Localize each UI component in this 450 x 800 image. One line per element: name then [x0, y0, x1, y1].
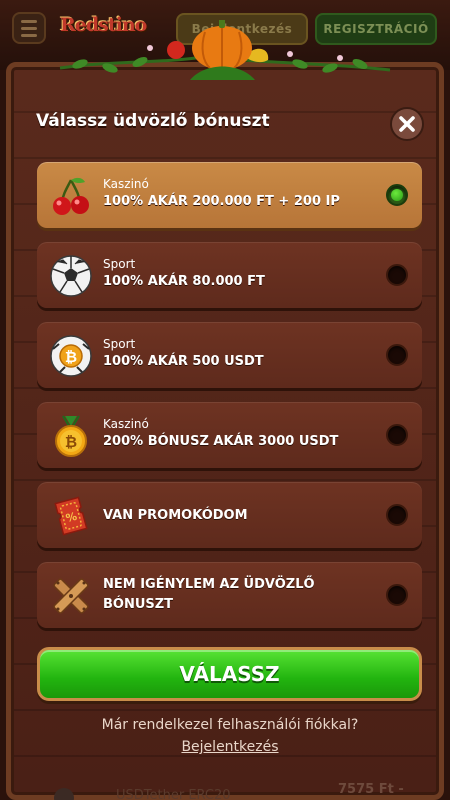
svg-text:₿: ₿	[65, 348, 77, 366]
menu-icon[interactable]	[12, 12, 46, 44]
soccer-ball-icon	[50, 255, 92, 297]
radio[interactable]	[386, 584, 408, 606]
bonus-option-casino-3000-usdt[interactable]: ₿ Kaszinó 200% BÓNUSZ AKÁR 3000 USDT	[37, 402, 422, 468]
bonus-option-promo-code[interactable]: % VAN PROMOKÓDOM	[37, 482, 422, 548]
choose-button[interactable]: VÁLASSZ	[37, 647, 422, 701]
option-title: 100% AKÁR 200.000 FT + 200 IP	[103, 194, 340, 209]
option-text: NEM IGÉNYLEM AZ ÜDVÖZLŐ BÓNUSZT	[103, 575, 372, 615]
option-category: Sport	[103, 257, 136, 271]
modal-title: Válassz üdvözlő bónuszt	[36, 111, 270, 131]
radio-selected[interactable]	[386, 184, 408, 206]
option-title: 200% BÓNUSZ AKÁR 3000 USDT	[103, 434, 339, 449]
bonus-option-sport-80000[interactable]: Sport 100% AKÁR 80.000 FT	[37, 242, 422, 308]
account-question: Már rendelkezel felhasználói fiókkal?	[101, 717, 359, 733]
option-title: VAN PROMOKÓDOM	[103, 508, 248, 523]
header-login-button[interactable]: Bejelentkezés	[176, 13, 308, 45]
top-header: Redstino Bejelentkezés REGISZTRÁCIÓ	[0, 0, 450, 70]
promo-ticket-icon: %	[54, 496, 88, 536]
bonus-option-no-bonus[interactable]: NEM IGÉNYLEM AZ ÜDVÖZLŐ BÓNUSZT	[37, 562, 422, 628]
option-text: Sport 100% AKÁR 500 USDT	[103, 336, 372, 372]
radio[interactable]	[386, 504, 408, 526]
option-title-line1: NEM IGÉNYLEM AZ ÜDVÖZLŐ	[103, 577, 315, 592]
option-category: Kaszinó	[103, 177, 149, 191]
bonus-option-sport-500-usdt[interactable]: ₿ Sport 100% AKÁR 500 USDT	[37, 322, 422, 388]
cherries-icon	[53, 177, 89, 215]
crossed-planks-icon	[53, 578, 89, 614]
bonus-modal: Válassz üdvözlő bónuszt Kaszinó 100% AKÁ…	[6, 62, 444, 800]
option-text: Kaszinó 200% BÓNUSZ AKÁR 3000 USDT	[103, 416, 372, 452]
option-text: Kaszinó 100% AKÁR 200.000 FT + 200 IP	[103, 176, 372, 212]
option-category: Kaszinó	[103, 417, 149, 431]
option-text: Sport 100% AKÁR 80.000 FT	[103, 256, 372, 292]
register-button[interactable]: REGISZTRÁCIÓ	[315, 13, 437, 45]
option-text: VAN PROMOKÓDOM	[103, 506, 372, 526]
option-title: 100% AKÁR 80.000 FT	[103, 274, 265, 289]
logo[interactable]: Redstino	[60, 14, 156, 46]
close-button[interactable]	[390, 107, 424, 141]
bitcoin-ball-icon: ₿	[50, 335, 92, 377]
option-category: Sport	[103, 337, 136, 351]
coin-icon	[54, 788, 74, 800]
option-title-line2: BÓNUSZT	[103, 597, 174, 612]
bottom-ticker: USDTether ERC20 7575 Ft -	[0, 780, 450, 800]
bonus-option-casino-200000[interactable]: Kaszinó 100% AKÁR 200.000 FT + 200 IP	[37, 162, 422, 228]
radio[interactable]	[386, 424, 408, 446]
ticker-amount: 7575 Ft -	[338, 782, 404, 797]
bitcoin-medal-icon: ₿	[55, 415, 87, 457]
ticker-currency: USDTether ERC20	[116, 788, 231, 800]
radio[interactable]	[386, 344, 408, 366]
option-title: 100% AKÁR 500 USDT	[103, 354, 264, 369]
svg-text:₿: ₿	[65, 433, 77, 451]
login-link[interactable]: Bejelentkezés	[11, 739, 449, 755]
radio[interactable]	[386, 264, 408, 286]
close-icon	[399, 116, 415, 132]
